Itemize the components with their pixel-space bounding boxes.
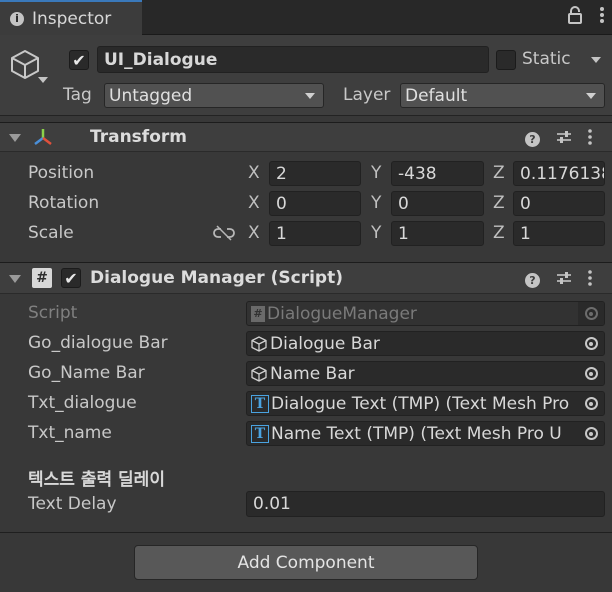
lock-icon[interactable]: [568, 6, 582, 29]
static-label: Static: [522, 49, 571, 69]
text-delay-field[interactable]: 0.01: [246, 491, 605, 517]
script-icon: #: [251, 305, 265, 322]
go-dialogue-bar-field[interactable]: Dialogue Bar: [246, 331, 605, 356]
axis-z-label[interactable]: Z: [493, 193, 505, 213]
help-icon[interactable]: ?: [525, 132, 540, 147]
tag-label: Tag: [63, 85, 92, 105]
layer-label: Layer: [343, 85, 391, 105]
script-icon: #: [32, 268, 52, 288]
axis-z-label[interactable]: Z: [493, 163, 505, 183]
go-dialogue-bar-value: Dialogue Bar: [270, 333, 380, 354]
rotation-y-field[interactable]: 0: [391, 191, 484, 216]
component-enabled-checkbox[interactable]: ✔: [61, 268, 81, 288]
go-name-bar-label: Go_Name Bar: [28, 363, 145, 383]
axis-y-label[interactable]: Y: [371, 193, 381, 213]
transform-title: Transform: [90, 127, 187, 147]
txt-dialogue-label: Txt_dialogue: [28, 393, 137, 413]
go-name-bar-field[interactable]: Name Bar: [246, 361, 605, 386]
txt-name-value: Name Text (TMP) (Text Mesh Pro U: [271, 423, 562, 444]
static-checkbox[interactable]: ✔: [496, 50, 516, 70]
chevron-down-icon: [305, 93, 315, 99]
transform-icon: [32, 127, 54, 152]
presets-icon[interactable]: [556, 270, 572, 291]
scale-z-field[interactable]: 1: [513, 221, 605, 246]
section-header: 텍스트 출력 딜레이: [28, 470, 165, 490]
tag-value: Untagged: [109, 85, 193, 106]
go-name-bar-value: Name Bar: [270, 363, 355, 384]
gameobject-icon: [251, 335, 267, 352]
rotation-z-field[interactable]: 0: [513, 191, 605, 216]
constrain-proportions-icon[interactable]: [213, 225, 235, 246]
kebab-menu-icon[interactable]: [588, 129, 592, 150]
chevron-down-icon: [586, 93, 596, 99]
gameobject-icon[interactable]: [10, 49, 40, 79]
active-checkbox[interactable]: ✔: [69, 50, 89, 70]
layer-value: Default: [405, 85, 468, 106]
tmp-icon: T: [251, 424, 269, 443]
script-label: Script: [28, 303, 78, 323]
axis-x-label[interactable]: X: [248, 163, 260, 183]
tab-inspector[interactable]: i Inspector: [0, 0, 142, 35]
txt-dialogue-value: Dialogue Text (TMP) (Text Mesh Pro: [271, 393, 570, 414]
dialogue-manager-header-actions: ?: [525, 270, 592, 291]
script-field: # DialogueManager: [246, 301, 605, 326]
layer-dropdown[interactable]: Default: [400, 83, 605, 108]
transform-header-actions: ?: [525, 129, 592, 150]
object-picker-icon[interactable]: [578, 392, 604, 415]
script-value: DialogueManager: [267, 303, 417, 324]
axis-y-label[interactable]: Y: [371, 163, 381, 183]
foldout-arrow-icon[interactable]: [9, 275, 21, 283]
rotation-x-field[interactable]: 0: [269, 191, 361, 216]
go-dialogue-bar-label: Go_dialogue Bar: [28, 333, 168, 353]
object-picker-icon[interactable]: [578, 362, 604, 385]
tab-actions: [568, 6, 604, 29]
tab-label: Inspector: [32, 8, 112, 29]
axis-x-label[interactable]: X: [248, 223, 260, 243]
presets-icon[interactable]: [556, 129, 572, 150]
position-x-field[interactable]: 2: [269, 161, 361, 186]
scale-y-field[interactable]: 1: [391, 221, 484, 246]
txt-name-field[interactable]: T Name Text (TMP) (Text Mesh Pro U: [246, 421, 605, 446]
chevron-down-icon[interactable]: [38, 77, 48, 83]
object-name-field[interactable]: UI_Dialogue: [97, 46, 489, 73]
axis-y-label[interactable]: Y: [371, 223, 381, 243]
position-label: Position: [28, 163, 95, 183]
dialogue-manager-title: Dialogue Manager (Script): [90, 268, 343, 288]
text-delay-label: Text Delay: [28, 494, 117, 514]
help-icon[interactable]: ?: [525, 273, 540, 288]
axis-z-label[interactable]: Z: [493, 223, 505, 243]
tmp-icon: T: [251, 394, 269, 413]
gameobject-icon: [251, 365, 267, 382]
foldout-arrow-icon[interactable]: [9, 134, 21, 142]
add-component-button[interactable]: Add Component: [134, 545, 478, 580]
static-dropdown-icon[interactable]: [591, 57, 601, 63]
object-picker-icon[interactable]: [578, 332, 604, 355]
txt-dialogue-field[interactable]: T Dialogue Text (TMP) (Text Mesh Pro: [246, 391, 605, 416]
info-icon: i: [10, 11, 24, 26]
position-y-field[interactable]: -438: [391, 161, 484, 186]
tab-bar: i Inspector: [0, 0, 612, 35]
txt-name-label: Txt_name: [28, 423, 112, 443]
kebab-menu-icon[interactable]: [588, 270, 592, 291]
rotation-label: Rotation: [28, 193, 100, 213]
object-picker-icon: [578, 302, 604, 325]
axis-x-label[interactable]: X: [248, 193, 260, 213]
object-picker-icon[interactable]: [578, 422, 604, 445]
scale-x-field[interactable]: 1: [269, 221, 361, 246]
position-z-field[interactable]: 0.1176138: [513, 161, 605, 186]
kebab-menu-icon[interactable]: [600, 6, 604, 29]
scale-label: Scale: [28, 223, 74, 243]
tag-dropdown[interactable]: Untagged: [104, 83, 324, 108]
